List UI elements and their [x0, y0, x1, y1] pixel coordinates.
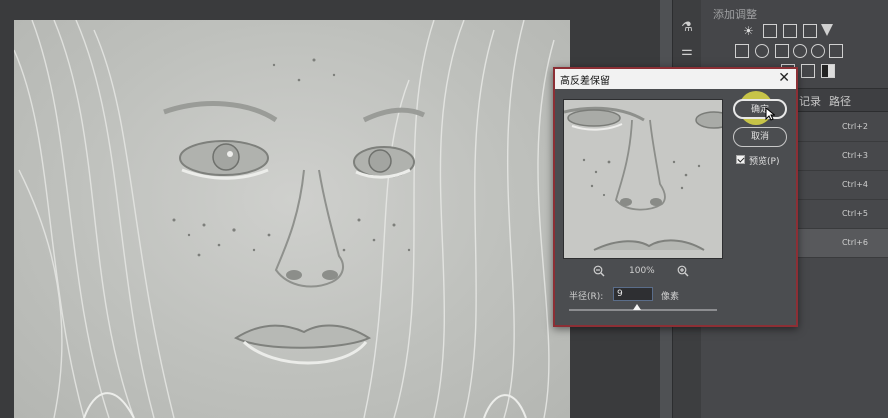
brush-settings-icon[interactable]: ⚗ [679, 20, 695, 36]
radius-slider-thumb[interactable] [633, 304, 641, 310]
levels-icon[interactable] [763, 24, 777, 38]
channel-shortcut: Ctrl+3 [841, 151, 868, 160]
balance-icon[interactable] [755, 44, 769, 58]
brightness-icon[interactable]: ☀ [743, 24, 757, 38]
posterize-icon[interactable] [801, 64, 815, 78]
radius-input[interactable] [613, 287, 653, 301]
dialog-titlebar[interactable]: 高反差保留 ✕ [555, 69, 796, 89]
tab-history[interactable]: 记录 [799, 93, 821, 109]
ok-button[interactable]: 确定 [733, 99, 787, 119]
zoom-out-icon[interactable] [593, 265, 605, 277]
canvas-image[interactable] [14, 20, 570, 418]
zoom-in-icon[interactable] [677, 265, 689, 277]
photo-filter-icon[interactable] [793, 44, 807, 58]
channel-shortcut: Ctrl+5 [841, 209, 868, 218]
color-lookup-icon[interactable] [829, 44, 843, 58]
radius-slider-track[interactable] [569, 304, 717, 311]
black-white-icon[interactable] [775, 44, 789, 58]
sliders-icon[interactable]: ⚌ [679, 44, 695, 60]
vibrance-icon[interactable] [735, 44, 749, 58]
dialog-title: 高反差保留 [560, 76, 610, 87]
cancel-button[interactable]: 取消 [733, 127, 787, 147]
threshold-icon[interactable] [821, 64, 835, 78]
tab-paths[interactable]: 路径 [829, 93, 851, 109]
channel-mixer-icon[interactable] [811, 44, 825, 58]
filter-preview[interactable] [563, 99, 723, 259]
zoom-level: 100% [629, 266, 655, 276]
channel-shortcut: Ctrl+4 [841, 180, 868, 189]
gradient-triangle-icon[interactable] [821, 24, 833, 36]
exposure-icon[interactable] [803, 24, 817, 38]
close-icon[interactable]: ✕ [778, 70, 790, 87]
adjustments-panel-title: 添加调整 [713, 8, 757, 21]
radius-unit-label: 像素 [661, 292, 680, 302]
zoom-controls: 100% [593, 265, 693, 279]
radius-label: 半径(R): [569, 292, 604, 302]
channel-shortcut: Ctrl+2 [841, 122, 868, 131]
checkbox-checked-icon[interactable] [736, 155, 745, 164]
preview-label: 预览(P) [749, 157, 780, 167]
high-pass-dialog: 高反差保留 ✕ 100% 半径(R): 9 像素 确定 取消 预览(P) [553, 67, 798, 327]
preview-face-image [564, 100, 722, 258]
high-pass-face-image [14, 20, 555, 418]
curves-icon[interactable] [783, 24, 797, 38]
channel-shortcut: Ctrl+6 [841, 238, 868, 247]
